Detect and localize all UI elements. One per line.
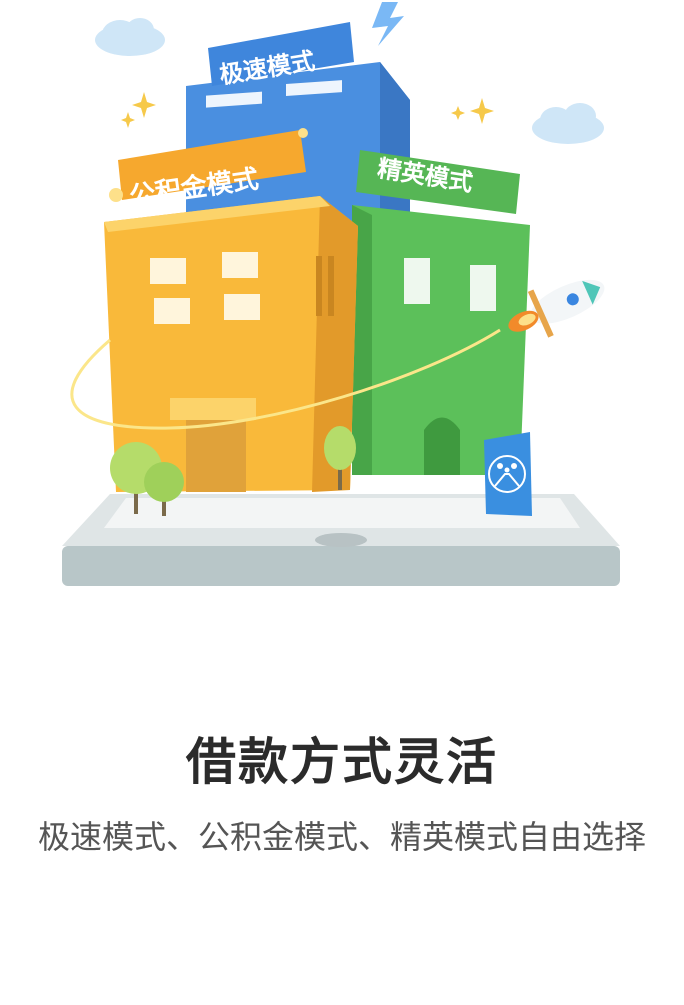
sparkle-icon [132, 92, 156, 118]
sparkle-icon [121, 112, 135, 128]
page-subtitle: 极速模式、公积金模式、精英模式自由选择 [37, 818, 646, 856]
hero-illustration: 极速模式 精英模式 公积金模式 [0, 0, 684, 620]
cloud-icon [532, 103, 604, 144]
sparkle-icon [470, 98, 494, 124]
platform [62, 494, 620, 586]
family-icon [484, 432, 532, 516]
cloud-icon [95, 18, 165, 56]
sparkle-icon [451, 106, 465, 120]
lightning-icon [372, 2, 404, 46]
page-title: 借款方式灵活 [186, 733, 498, 791]
